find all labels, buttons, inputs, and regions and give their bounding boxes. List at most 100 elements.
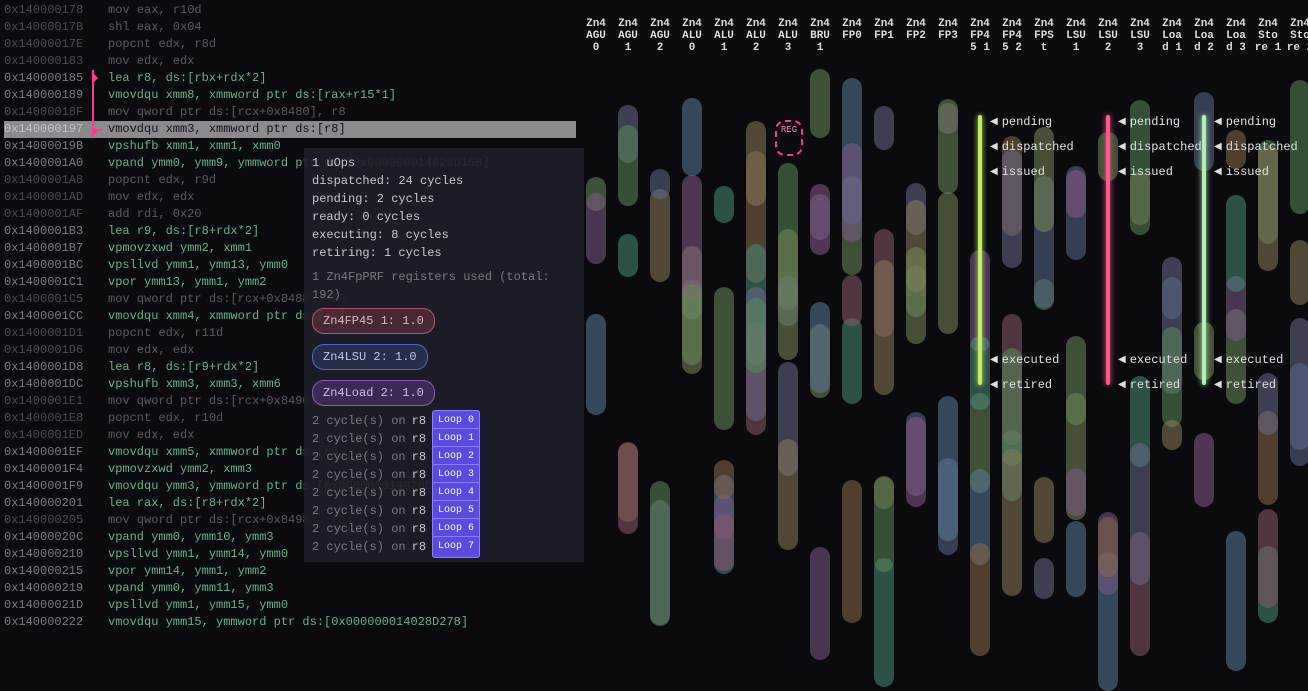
unit-header[interactable]: Zn4BRU1: [804, 18, 836, 56]
pipeline-blob[interactable]: [906, 417, 926, 506]
port-pill-lsu[interactable]: Zn4LSU 2: 1.0: [312, 344, 428, 370]
unit-header[interactable]: Zn4Store 2: [1284, 18, 1308, 56]
pipeline-lane[interactable]: [612, 60, 644, 644]
asm-line[interactable]: 0x14000017Bshl eax, 0x04: [4, 19, 576, 36]
port-pill-fp[interactable]: Zn4FP45 1: 1.0: [312, 308, 435, 334]
asm-line[interactable]: 0x140000189vmovdqu xmm8, xmmword ptr ds:…: [4, 87, 576, 104]
pipeline-blob[interactable]: [1066, 521, 1086, 598]
pipeline-blob[interactable]: [714, 514, 734, 570]
register-badge[interactable]: REG: [775, 120, 803, 156]
pipeline-blob[interactable]: [1002, 449, 1022, 595]
unit-header[interactable]: Zn4ALU3: [772, 18, 804, 56]
pipeline-blob[interactable]: [618, 125, 638, 206]
pipeline-lane[interactable]: [804, 60, 836, 644]
pipeline-blob[interactable]: [586, 314, 606, 414]
unit-header[interactable]: Zn4FP2: [900, 18, 932, 56]
port-pill-load[interactable]: Zn4Load 2: 1.0: [312, 380, 435, 406]
pipeline-blob[interactable]: [1034, 477, 1054, 543]
unit-header[interactable]: Zn4ALU2: [740, 18, 772, 56]
pipeline-blob[interactable]: [842, 143, 862, 242]
pipeline-blob[interactable]: [938, 192, 958, 334]
unit-header[interactable]: Zn4Store 1: [1252, 18, 1284, 56]
pipeline-lane[interactable]: [932, 60, 964, 644]
pipeline-blob[interactable]: [618, 443, 638, 534]
pipeline-blob[interactable]: [874, 558, 894, 687]
pipeline-blob[interactable]: [682, 175, 702, 300]
pipeline-blob[interactable]: [810, 302, 830, 393]
pipeline-blob[interactable]: [1194, 433, 1214, 507]
unit-header[interactable]: Zn4AGU2: [644, 18, 676, 56]
pipeline-blob[interactable]: [842, 275, 862, 326]
pipeline-lane[interactable]: [868, 60, 900, 644]
pipeline-blob[interactable]: [810, 547, 830, 660]
pipeline-lane[interactable]: [580, 60, 612, 644]
pipeline-blob[interactable]: [1066, 170, 1086, 219]
pipeline-blob[interactable]: [1034, 558, 1054, 598]
pipeline-lane[interactable]: [740, 60, 772, 644]
pipeline-blob[interactable]: [938, 396, 958, 540]
pipeline-blob[interactable]: [714, 186, 734, 223]
pipeline-blob[interactable]: [1098, 517, 1118, 576]
pipeline-blob[interactable]: [586, 193, 606, 264]
pipeline-lane[interactable]: [708, 60, 740, 644]
asm-line[interactable]: 0x140000222vmovdqu ymm15, ymmword ptr ds…: [4, 614, 576, 631]
pipeline-blob[interactable]: [874, 477, 894, 571]
unit-header[interactable]: Zn4Load 1: [1156, 18, 1188, 56]
pipeline-blob[interactable]: [714, 460, 734, 498]
unit-header[interactable]: Zn4FP0: [836, 18, 868, 56]
asm-line[interactable]: 0x140000185lea r8, ds:[rbx+rdx*2]: [4, 70, 576, 87]
unit-header[interactable]: Zn4ALU1: [708, 18, 740, 56]
loop-badge[interactable]: Loop 7: [432, 536, 480, 558]
pipeline-blob[interactable]: [714, 287, 734, 430]
pipeline-blob[interactable]: [874, 260, 894, 394]
pipeline-blob[interactable]: [778, 439, 798, 550]
pipeline-blob[interactable]: [1162, 277, 1182, 319]
pipeline-blob[interactable]: [1226, 531, 1246, 670]
pipeline-blob[interactable]: [874, 106, 894, 150]
pipeline-blob[interactable]: [1290, 240, 1308, 304]
pipeline-blob[interactable]: [970, 543, 990, 657]
pipeline-blob[interactable]: [1258, 509, 1278, 608]
asm-line[interactable]: 0x140000197vmovdqu xmm3, xmmword ptr ds:…: [4, 121, 576, 138]
dependency-row[interactable]: 2 cycle(s) on r8 Loop 7: [312, 538, 576, 556]
pipeline-blob[interactable]: [810, 69, 830, 138]
pipeline-blob[interactable]: [1162, 420, 1182, 450]
pipeline-blob[interactable]: [650, 481, 670, 625]
pipeline-lane[interactable]: [836, 60, 868, 644]
pipeline-lane[interactable]: [900, 60, 932, 644]
pipeline-blob[interactable]: [1226, 195, 1246, 291]
pipeline-blob[interactable]: [746, 121, 766, 207]
unit-header[interactable]: Zn4FP45 1: [964, 18, 996, 56]
pipeline-blob[interactable]: [650, 189, 670, 282]
pipeline-blob[interactable]: [746, 298, 766, 373]
unit-header[interactable]: Zn4Load 3: [1220, 18, 1252, 56]
unit-header[interactable]: Zn4AGU1: [612, 18, 644, 56]
pipeline-blob[interactable]: [938, 99, 958, 194]
asm-line[interactable]: 0x14000017Epopcnt edx, r8d: [4, 36, 576, 53]
unit-header[interactable]: Zn4AGU0: [580, 18, 612, 56]
asm-line[interactable]: 0x140000215vpor ymm14, ymm1, ymm2: [4, 563, 576, 580]
unit-header[interactable]: Zn4LSU2: [1092, 18, 1124, 56]
pipeline-blob[interactable]: [778, 229, 798, 360]
unit-header[interactable]: Zn4LSU3: [1124, 18, 1156, 56]
pipeline-blob[interactable]: [1290, 363, 1308, 466]
asm-line[interactable]: 0x14000021Dvpsllvd ymm1, ymm15, ymm0: [4, 597, 576, 614]
unit-header[interactable]: Zn4FP1: [868, 18, 900, 56]
pipeline-lanes[interactable]: REGpendingdispatchedissuedexecutedretire…: [580, 60, 1308, 644]
pipeline-lane[interactable]: [644, 60, 676, 644]
pipeline-blob[interactable]: [1130, 443, 1150, 584]
unit-header[interactable]: Zn4FP3: [932, 18, 964, 56]
pipeline-blob[interactable]: [842, 480, 862, 623]
pipeline-blob[interactable]: [906, 247, 926, 344]
unit-header[interactable]: Zn4Load 2: [1188, 18, 1220, 56]
pipeline-blob[interactable]: [1066, 468, 1086, 516]
pipeline-blob[interactable]: [682, 284, 702, 365]
unit-header[interactable]: Zn4FPSt: [1028, 18, 1060, 56]
unit-header[interactable]: Zn4ALU0: [676, 18, 708, 56]
asm-line[interactable]: 0x140000183mov edx, edx: [4, 53, 576, 70]
unit-header[interactable]: Zn4LSU1: [1060, 18, 1092, 56]
pipeline-blob[interactable]: [682, 98, 702, 176]
pipeline-lane[interactable]: [676, 60, 708, 644]
pipeline-blob[interactable]: [810, 184, 830, 255]
pipeline-blob[interactable]: [618, 234, 638, 277]
